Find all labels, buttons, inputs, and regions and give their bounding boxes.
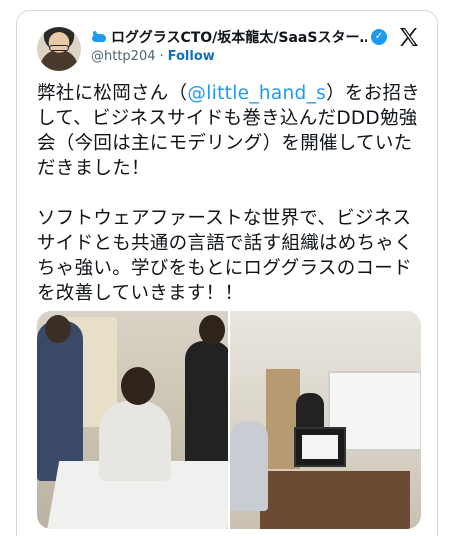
x-logo-icon[interactable] [397, 25, 421, 49]
head-right [199, 315, 225, 345]
tweet-text-part1: 弊社に松岡さん（ [37, 83, 188, 104]
follow-button[interactable]: Follow [168, 49, 215, 64]
head-left [45, 315, 71, 343]
avatar[interactable] [37, 27, 81, 71]
monitor [294, 427, 346, 467]
mention-link[interactable]: @little_hand_s [187, 83, 326, 104]
separator-dot: · [159, 49, 164, 64]
verified-check-icon: ✓ [371, 29, 387, 45]
person-left [37, 321, 83, 481]
photo-1[interactable] [37, 311, 228, 529]
photo-2[interactable] [230, 311, 421, 529]
user-handle[interactable]: @http204 [91, 49, 156, 64]
display-name[interactable]: ロググラスCTO/坂本龍太/SaaSスター… [111, 27, 367, 47]
tweet-card: ロググラスCTO/坂本龍太/SaaSスター… ✓ @http204 · Foll… [16, 10, 438, 536]
tweet-header: ロググラスCTO/坂本龍太/SaaSスター… ✓ @http204 · Foll… [17, 11, 437, 75]
tweet-text-part2: ）をお招きして、ビジネスサイドも巻き込んだDDD勉強会（今回は主にモデリング）を… [37, 83, 421, 304]
glasses-detail [49, 45, 69, 51]
person-center [99, 401, 171, 481]
person-left [230, 421, 268, 511]
bird-icon [91, 31, 107, 43]
photo-grid [37, 311, 421, 529]
head-center [121, 367, 155, 405]
name-row: ロググラスCTO/坂本龍太/SaaSスター… ✓ [91, 27, 387, 47]
desk [260, 471, 410, 529]
tweet-text: 弊社に松岡さん（@little_hand_s）をお招きして、ビジネスサイドも巻き… [37, 81, 427, 306]
handle-row: @http204 · Follow [91, 49, 215, 64]
